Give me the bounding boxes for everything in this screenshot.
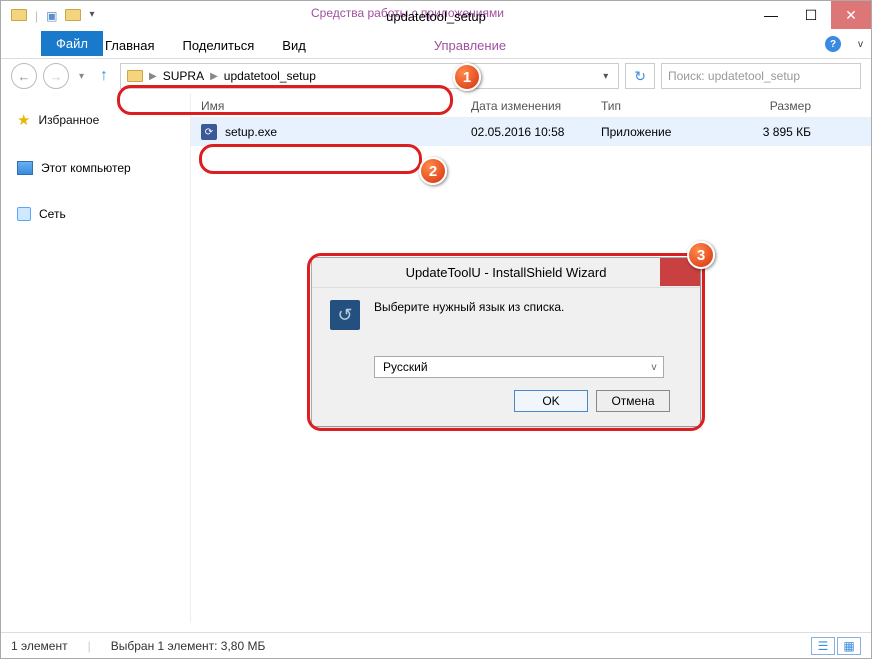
- ribbon-tabs: Файл Главная Поделиться Вид Управление ?…: [1, 31, 871, 59]
- file-size: 3 895 КБ: [721, 125, 831, 139]
- help-icon[interactable]: ?: [825, 36, 841, 52]
- nav-back-button[interactable]: ←: [11, 63, 37, 89]
- breadcrumb-current[interactable]: updatetool_setup: [224, 69, 316, 83]
- nav-up-button[interactable]: ↑: [94, 67, 114, 85]
- sidebar-item-favorites[interactable]: ★ Избранное: [1, 105, 190, 135]
- close-button[interactable]: ✕: [831, 1, 871, 29]
- language-value: Русский: [383, 360, 428, 374]
- sidebar-item-this-pc[interactable]: Этот компьютер: [1, 155, 190, 181]
- refresh-button[interactable]: ↻: [625, 63, 655, 89]
- tab-view[interactable]: Вид: [278, 33, 310, 58]
- address-bar[interactable]: ▶ SUPRA ▶ updatetool_setup ▾: [120, 63, 619, 89]
- window-titlebar: | ▣ ▾ Средства работы с приложениями upd…: [1, 1, 871, 31]
- col-size-header[interactable]: Размер: [721, 99, 831, 113]
- sidebar-item-network[interactable]: Сеть: [1, 201, 190, 227]
- tab-manage[interactable]: Управление: [430, 33, 510, 58]
- sidebar-item-label: Этот компьютер: [41, 161, 131, 175]
- tab-file[interactable]: Файл: [41, 31, 103, 56]
- address-dropdown-icon[interactable]: ▾: [599, 71, 612, 82]
- status-bar: 1 элемент | Выбран 1 элемент: 3,80 МБ ☰ …: [1, 632, 871, 658]
- file-row[interactable]: ⟳ setup.exe 02.05.2016 10:58 Приложение …: [191, 118, 871, 146]
- sidebar: ★ Избранное Этот компьютер Сеть: [1, 93, 191, 623]
- app-icon: [11, 9, 27, 21]
- qat-separator: |: [35, 9, 38, 24]
- col-name-header[interactable]: Имя: [201, 99, 471, 113]
- column-headers: Имя Дата изменения Тип Размер: [191, 93, 871, 118]
- sidebar-item-label: Сеть: [39, 207, 66, 221]
- dialog-titlebar[interactable]: UpdateToolU - InstallShield Wizard: [312, 258, 700, 288]
- ribbon-expand-icon[interactable]: v: [858, 39, 863, 50]
- file-type: Приложение: [601, 125, 721, 139]
- search-input[interactable]: Поиск: updatetool_setup: [661, 63, 861, 89]
- ok-button[interactable]: OK: [514, 390, 588, 412]
- search-placeholder: Поиск: updatetool_setup: [668, 69, 800, 83]
- breadcrumb-parent[interactable]: SUPRA: [163, 69, 204, 83]
- nav-bar: ← → ▾ ↑ ▶ SUPRA ▶ updatetool_setup ▾ ↻ П…: [1, 59, 871, 93]
- dialog-message: Выберите нужный язык из списка.: [374, 300, 564, 330]
- qat-dropdown-icon[interactable]: ▾: [89, 9, 94, 24]
- exe-icon: ⟳: [201, 124, 217, 140]
- language-select[interactable]: Русский: [374, 356, 664, 378]
- installshield-dialog: UpdateToolU - InstallShield Wizard ↺ Выб…: [311, 257, 701, 427]
- network-icon: [17, 207, 31, 221]
- col-date-header[interactable]: Дата изменения: [471, 99, 601, 113]
- status-count: 1 элемент: [11, 639, 68, 653]
- sidebar-item-label: Избранное: [38, 113, 99, 127]
- nav-forward-button[interactable]: →: [43, 63, 69, 89]
- status-selection: Выбран 1 элемент: 3,80 МБ: [111, 639, 266, 653]
- dialog-close-button[interactable]: [660, 258, 700, 286]
- installshield-icon: ↺: [330, 300, 360, 330]
- dialog-title: UpdateToolU - InstallShield Wizard: [406, 265, 607, 280]
- nav-history-dropdown[interactable]: ▾: [79, 71, 84, 82]
- breadcrumb-sep-icon: ▶: [149, 71, 157, 82]
- breadcrumb-sep-icon: ▶: [210, 71, 218, 82]
- tab-share[interactable]: Поделиться: [178, 33, 258, 58]
- address-folder-icon: [127, 70, 143, 82]
- star-icon: ★: [17, 111, 30, 129]
- tab-home[interactable]: Главная: [101, 33, 158, 58]
- qat-properties-icon[interactable]: ▣: [46, 9, 57, 24]
- minimize-button[interactable]: —: [751, 1, 791, 29]
- col-type-header[interactable]: Тип: [601, 99, 721, 113]
- maximize-button[interactable]: ☐: [791, 1, 831, 29]
- view-icons-button[interactable]: ▦: [837, 637, 861, 655]
- file-name: setup.exe: [225, 125, 277, 139]
- qat-new-folder-icon[interactable]: [65, 9, 81, 24]
- window-title: updatetool_setup: [386, 9, 486, 24]
- cancel-button[interactable]: Отмена: [596, 390, 670, 412]
- pc-icon: [17, 161, 33, 175]
- file-date: 02.05.2016 10:58: [471, 125, 601, 139]
- view-details-button[interactable]: ☰: [811, 637, 835, 655]
